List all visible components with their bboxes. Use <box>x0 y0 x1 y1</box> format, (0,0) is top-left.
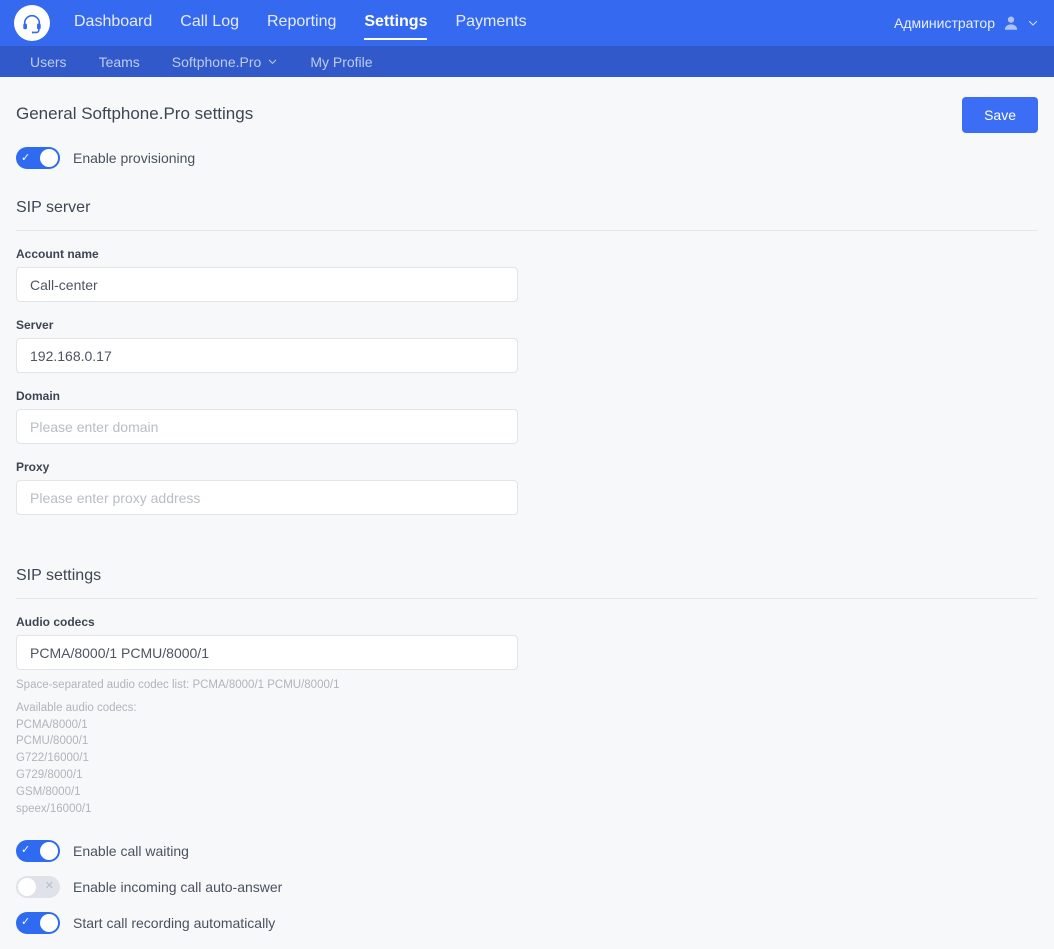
subnav-item-users[interactable]: Users <box>30 54 67 70</box>
subnav-item-teams[interactable]: Teams <box>99 54 140 70</box>
codec-item: G729/8000/1 <box>16 769 83 782</box>
save-button[interactable]: Save <box>962 97 1038 133</box>
proxy-input[interactable] <box>16 480 518 515</box>
sip-settings-toggles: ✓ Enable call waiting ✕ Enable incoming … <box>16 839 1038 934</box>
domain-input[interactable] <box>16 409 518 444</box>
top-navigation-bar: Dashboard Call Log Reporting Settings Pa… <box>0 0 1054 46</box>
server-field: Server <box>16 318 1038 373</box>
enable-provisioning-label: Enable provisioning <box>73 150 196 166</box>
account-name-label: Account name <box>16 247 99 261</box>
codec-item: PCMU/8000/1 <box>16 735 89 748</box>
nav-item-settings[interactable]: Settings <box>364 0 428 46</box>
enable-call-waiting-label: Enable call waiting <box>73 842 189 859</box>
check-icon: ✓ <box>21 151 31 164</box>
toggle-knob <box>40 841 58 860</box>
enable-call-waiting-toggle[interactable]: ✓ <box>16 839 60 862</box>
chevron-down-icon <box>1027 17 1039 29</box>
app-logo[interactable] <box>14 5 50 41</box>
toggle-knob <box>40 149 58 167</box>
subnav-label: Softphone.Pro <box>171 53 262 70</box>
audio-codecs-hint: Space-separated audio codec list: PCMA/8… <box>16 679 340 691</box>
nav-label: Payments <box>455 13 527 30</box>
subnav-label: Teams <box>98 53 140 70</box>
call-recording-label: Start call recording automatically <box>73 914 276 931</box>
available-codecs-title: Available audio codecs: <box>16 701 137 714</box>
enable-call-waiting-row: ✓ Enable call waiting <box>16 839 1038 862</box>
close-icon: ✕ <box>44 880 54 893</box>
server-label: Server <box>16 318 54 332</box>
call-recording-row: ✓ Start call recording automatically <box>16 911 1038 934</box>
nav-item-dashboard[interactable]: Dashboard <box>74 0 152 46</box>
enable-provisioning-row: ✓ Enable provisioning <box>16 147 1038 169</box>
start-call-recording-toggle[interactable]: ✓ <box>16 911 60 934</box>
sip-server-divider <box>16 230 1038 231</box>
sip-settings-divider <box>16 598 1038 599</box>
enable-incoming-call-auto-answer-toggle[interactable]: ✕ <box>16 875 60 898</box>
account-name-field: Account name <box>16 247 1038 302</box>
codec-item: GSM/8000/1 <box>16 786 81 799</box>
nav-label: Reporting <box>266 13 337 30</box>
domain-field: Domain <box>16 389 1038 444</box>
enable-provisioning-toggle[interactable]: ✓ <box>16 147 60 169</box>
subnav-label: Users <box>30 53 67 70</box>
codec-item: speex/16000/1 <box>16 803 92 816</box>
check-icon: ✓ <box>21 844 31 857</box>
nav-label: Call Log <box>180 13 239 30</box>
check-icon: ✓ <box>21 916 31 929</box>
settings-page: General Softphone.Pro settings Save ✓ En… <box>0 77 1054 934</box>
codec-item: G722/16000/1 <box>16 752 89 765</box>
headset-icon <box>21 12 43 34</box>
user-menu[interactable]: Администратор <box>894 0 1039 46</box>
toggle-knob <box>18 877 36 896</box>
main-navigation: Dashboard Call Log Reporting Settings Pa… <box>74 0 527 46</box>
toggle-knob <box>40 913 58 932</box>
person-icon <box>1002 14 1020 32</box>
account-name-input[interactable] <box>16 267 518 302</box>
nav-label: Settings <box>364 13 428 30</box>
audio-codecs-field: Audio codecs Space-separated audio codec… <box>16 615 1038 818</box>
sip-server-heading: SIP server <box>16 199 91 216</box>
nav-item-payments[interactable]: Payments <box>455 0 526 46</box>
sub-navigation-bar: Users Teams Softphone.Pro My Profile <box>0 46 1054 77</box>
page-header: General Softphone.Pro settings Save <box>16 77 1038 133</box>
domain-label: Domain <box>16 389 61 403</box>
proxy-field: Proxy <box>16 460 1038 515</box>
auto-answer-row: ✕ Enable incoming call auto-answer <box>16 875 1038 898</box>
nav-item-reporting[interactable]: Reporting <box>267 0 336 46</box>
chevron-down-icon <box>267 54 278 70</box>
page-title: General Softphone.Pro settings <box>16 104 254 123</box>
subnav-item-my-profile[interactable]: My Profile <box>310 54 372 70</box>
available-codecs-list: Available audio codecs: PCMA/8000/1 PCMU… <box>16 700 1038 818</box>
subnav-item-softphone-pro[interactable]: Softphone.Pro <box>172 54 279 70</box>
sip-settings-heading: SIP settings <box>16 567 102 584</box>
nav-label: Dashboard <box>74 13 153 30</box>
codec-item: PCMA/8000/1 <box>16 718 88 731</box>
nav-item-call-log[interactable]: Call Log <box>180 0 239 46</box>
proxy-label: Proxy <box>16 460 50 474</box>
audio-codecs-input[interactable] <box>16 635 518 670</box>
auto-answer-label: Enable incoming call auto-answer <box>73 878 283 895</box>
server-input[interactable] <box>16 338 518 373</box>
user-name: Администратор <box>893 15 995 31</box>
audio-codecs-label: Audio codecs <box>16 615 95 629</box>
subnav-label: My Profile <box>310 53 373 70</box>
